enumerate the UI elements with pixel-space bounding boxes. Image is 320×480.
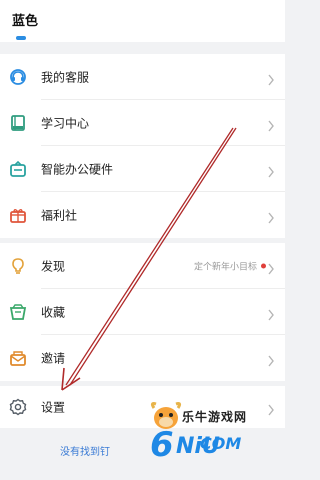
menu-group-1: 我的客服 学习中心 智能办公硬件 福利社 xyxy=(0,54,285,238)
watermark-brand: 乐牛游戏网 xyxy=(182,410,248,424)
menu-item-favorites[interactable]: 收藏 xyxy=(0,289,285,335)
menu-item-discover[interactable]: 发现 定个新年小目标 xyxy=(0,243,285,289)
menu-item-label: 我的客服 xyxy=(41,70,90,85)
discover-hint-text: 定个新年小目标 xyxy=(193,262,257,273)
menu-item-label: 设置 xyxy=(41,400,66,415)
menu-item-label: 智能办公硬件 xyxy=(41,162,114,177)
chevron-right-icon xyxy=(267,209,275,224)
bulb-icon xyxy=(9,257,27,275)
book-icon xyxy=(9,114,27,132)
menu-item-invite[interactable]: 邀请 xyxy=(0,335,285,381)
menu-item-label: 发现 xyxy=(41,259,66,274)
partial-icon xyxy=(16,36,26,40)
gear-icon xyxy=(9,398,27,416)
watermark-six: 6 xyxy=(150,425,174,465)
gift-icon xyxy=(9,206,27,224)
chevron-right-icon xyxy=(267,163,275,178)
chevron-right-icon xyxy=(267,260,275,275)
not-found-link[interactable]: 没有找到钉 xyxy=(60,443,110,458)
favorites-icon xyxy=(9,303,27,321)
notification-dot xyxy=(261,263,266,269)
menu-item-smart-hardware[interactable]: 智能办公硬件 xyxy=(0,146,285,192)
menu-item-label: 学习中心 xyxy=(41,116,90,131)
top-header: 蓝色 xyxy=(0,0,285,42)
chevron-right-icon xyxy=(267,71,275,86)
customer-service-icon xyxy=(9,68,27,86)
chevron-right-icon xyxy=(267,352,275,367)
chevron-right-icon xyxy=(267,306,275,321)
menu-item-label: 邀请 xyxy=(41,351,66,366)
watermark-logo: 乐牛游戏网 6 NiU COM xyxy=(132,400,282,466)
menu-group-2: 发现 定个新年小目标 收藏 邀请 xyxy=(0,243,285,381)
menu-item-learning-center[interactable]: 学习中心 xyxy=(0,100,285,146)
invite-icon xyxy=(9,349,27,367)
chevron-right-icon xyxy=(267,117,275,132)
device-icon xyxy=(9,160,27,178)
page-title: 蓝色 xyxy=(12,14,39,29)
menu-item-label: 福利社 xyxy=(41,208,78,223)
menu-item-label: 收藏 xyxy=(41,305,66,320)
menu-item-customer-service[interactable]: 我的客服 xyxy=(0,54,285,100)
menu-item-welfare[interactable]: 福利社 xyxy=(0,192,285,238)
watermark-domain: COM xyxy=(200,434,242,453)
